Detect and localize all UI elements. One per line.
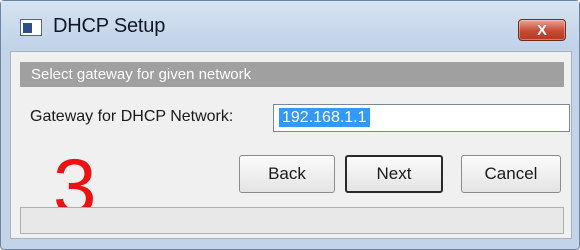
next-button[interactable]: Next (345, 155, 443, 193)
cancel-button[interactable]: Cancel (461, 155, 561, 193)
dhcp-setup-window: DHCP Setup X Select gateway for given ne… (0, 0, 580, 250)
gateway-label: Gateway for DHCP Network: (30, 108, 234, 125)
window-title: DHCP Setup (53, 15, 166, 37)
window-app-icon (20, 19, 42, 36)
title-bar[interactable]: DHCP Setup X (1, 1, 579, 49)
back-button[interactable]: Back (239, 155, 335, 193)
gateway-input[interactable]: 192.168.1.1 (273, 104, 570, 132)
status-bar (20, 207, 564, 234)
gateway-value: 192.168.1.1 (279, 108, 370, 127)
close-icon: X (536, 21, 547, 39)
instruction-banner: Select gateway for given network (20, 62, 564, 87)
dialog-body: Select gateway for given network Gateway… (10, 51, 572, 239)
close-button[interactable]: X (518, 19, 566, 41)
